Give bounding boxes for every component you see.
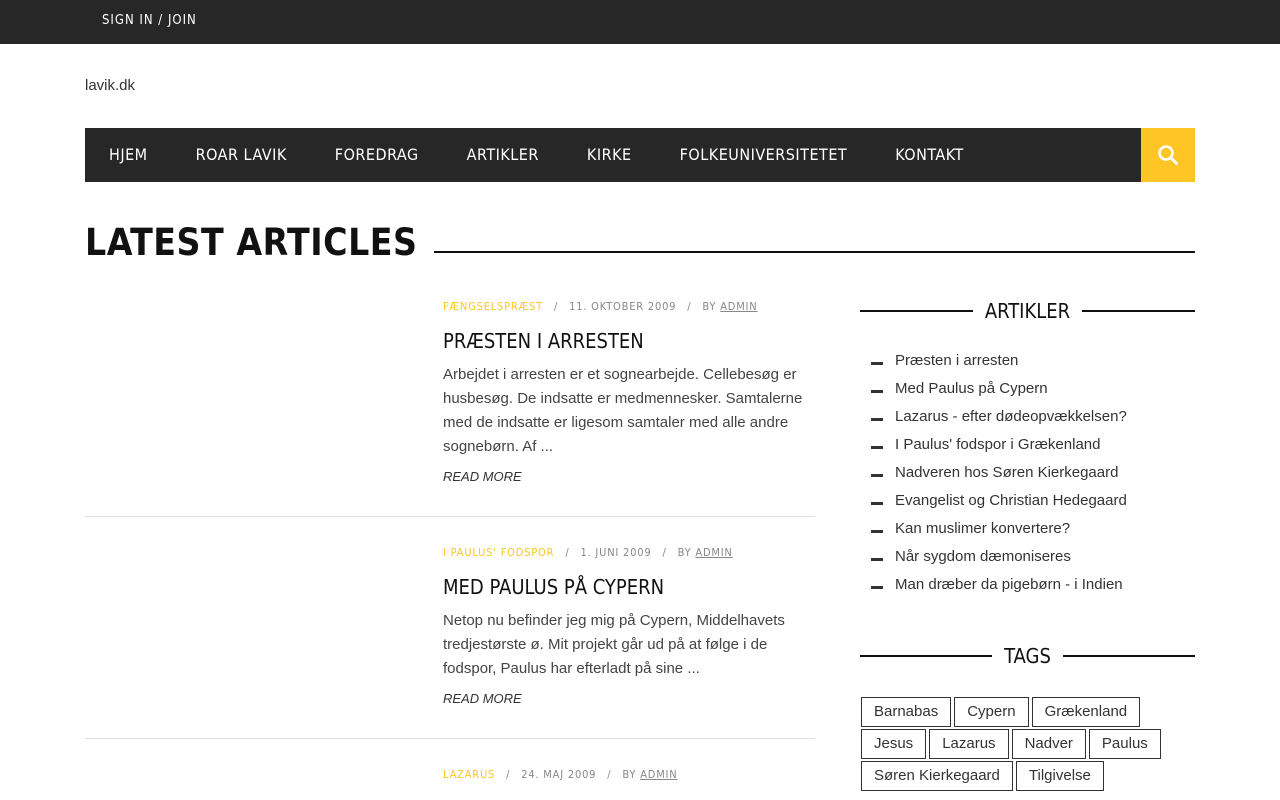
article-title[interactable]: MED PAULUS PÅ CYPERN [443,575,815,599]
list-item-label: Lazarus - efter dødeopvækkelsen? [895,407,1127,425]
article-meta: I PAULUS' FODSPOR/1. JUNI 2009/BY ADMIN [443,546,733,559]
article-divider [85,738,815,739]
bullet-icon [871,445,883,449]
nav-item-kontakt[interactable]: KONTAKT [871,128,988,182]
list-item[interactable]: Kan muslimer konvertere? [860,514,1195,542]
widget-title-line [860,655,993,657]
list-item-label: Evangelist og Christian Hedegaard [895,491,1127,509]
article-author[interactable]: ADMIN [720,300,757,313]
main-navigation: HJEM ROAR LAVIK FOREDRAG ARTIKLER KIRKE … [85,128,1195,182]
article-category[interactable]: LAZARUS [443,768,495,781]
section-title: LATEST ARTICLES [85,220,418,264]
tag-link[interactable]: Nadver [1011,729,1086,759]
search-button[interactable] [1141,128,1195,182]
list-item[interactable]: Når sygdom dæmoniseres [860,542,1195,570]
tag-cloud: Barnabas Cypern Grækenland Jesus Lazarus… [860,697,1195,793]
read-more-link[interactable]: READ MORE [443,691,815,706]
nav-item-hjem[interactable]: HJEM [85,128,172,182]
bullet-icon [871,473,883,477]
bullet-icon [871,529,883,533]
nav-item-roar-lavik[interactable]: ROAR LAVIK [172,128,311,182]
list-item[interactable]: Præsten i arresten [860,346,1195,374]
widget-title-line [1082,310,1196,312]
tag-link[interactable]: Lazarus [929,729,1009,759]
widget-title: TAGS [1004,644,1051,668]
latest-articles-header: LATEST ARTICLES [85,220,1195,264]
bullet-icon [871,557,883,561]
list-item-label: Når sygdom dæmoniseres [895,547,1071,565]
nav-item-artikler[interactable]: ARTIKLER [443,128,563,182]
tag-link[interactable]: Søren Kierkegaard [861,761,1013,791]
artikler-list: Præsten i arresten Med Paulus på Cypern … [860,346,1195,598]
sidebar-tags-widget: TAGS Barnabas Cypern Grækenland Jesus La… [860,641,1196,793]
list-item[interactable]: Med Paulus på Cypern [860,374,1195,402]
article-category[interactable]: FÆNGSELSPRÆST [443,300,543,313]
widget-header: ARTIKLER [860,296,1196,326]
article-date: 1. JUNI 2009 [580,546,652,559]
list-item-label: Man dræber da pigebørn - i Indien [895,575,1123,593]
top-bar: SIGN IN / JOIN [0,0,1280,44]
article-by: BY [677,546,692,559]
article-category[interactable]: I PAULUS' FODSPOR [443,546,554,559]
bullet-icon [871,585,883,589]
nav-item-kirke[interactable]: KIRKE [563,128,656,182]
article-by: BY [702,300,717,313]
list-item[interactable]: Man dræber da pigebørn - i Indien [860,570,1195,598]
article-divider [85,516,815,517]
tag-link[interactable]: Grækenland [1031,697,1141,727]
section-title-line [433,251,1195,253]
widget-title-line [1062,655,1196,657]
tag-link[interactable]: Jesus [861,729,927,759]
tag-link[interactable]: Barnabas [861,697,952,727]
site-name[interactable]: lavik.dk [85,77,135,94]
article-date: 24. MAJ 2009 [521,768,597,781]
bullet-icon [871,361,883,365]
tag-link[interactable]: Cypern [954,697,1029,727]
read-more-link[interactable]: READ MORE [443,469,815,484]
article-title[interactable]: PRÆSTEN I ARRESTEN [443,329,815,353]
bullet-icon [871,389,883,393]
list-item[interactable]: Lazarus - efter dødeopvækkelsen? [860,402,1195,430]
tag-link[interactable]: Paulus [1088,729,1161,759]
article-excerpt: Netop nu befinder jeg mig på Cypern, Mid… [443,612,785,677]
nav-item-foredrag[interactable]: FOREDRAG [311,128,443,182]
article-by: BY [622,768,637,781]
list-item-label: I Paulus' fodspor i Grækenland [895,435,1101,453]
widget-title-line [860,310,973,312]
bullet-icon [871,417,883,421]
sign-in-join-link[interactable]: SIGN IN / JOIN [102,13,197,28]
article-author[interactable]: ADMIN [640,768,677,781]
list-item-label: Med Paulus på Cypern [895,379,1048,397]
sidebar-artikler-widget: ARTIKLER Præsten i arresten Med Paulus p… [860,296,1196,598]
tag-link[interactable]: Tilgivelse [1015,761,1104,791]
article-date: 11. OKTOBER 2009 [569,300,677,313]
list-item-label: Nadveren hos Søren Kierkegaard [895,463,1119,481]
search-icon [1158,145,1178,165]
bullet-icon [871,501,883,505]
article-excerpt: Arbejdet i arresten er et sognearbejde. … [443,366,803,455]
list-item[interactable]: Nadveren hos Søren Kierkegaard [860,458,1195,486]
nav-item-folkeuniversitetet[interactable]: FOLKEUNIVERSITETET [656,128,872,182]
list-item[interactable]: I Paulus' fodspor i Grækenland [860,430,1195,458]
list-item[interactable]: Evangelist og Christian Hedegaard [860,486,1195,514]
article-meta: LAZARUS/24. MAJ 2009/BY ADMIN [443,768,678,781]
widget-header: TAGS [860,641,1196,671]
article-meta: FÆNGSELSPRÆST/11. OKTOBER 2009/BY ADMIN [443,300,758,313]
widget-title: ARTIKLER [984,299,1071,323]
list-item-label: Præsten i arresten [895,351,1019,369]
article-author[interactable]: ADMIN [695,546,732,559]
list-item-label: Kan muslimer konvertere? [895,519,1071,537]
